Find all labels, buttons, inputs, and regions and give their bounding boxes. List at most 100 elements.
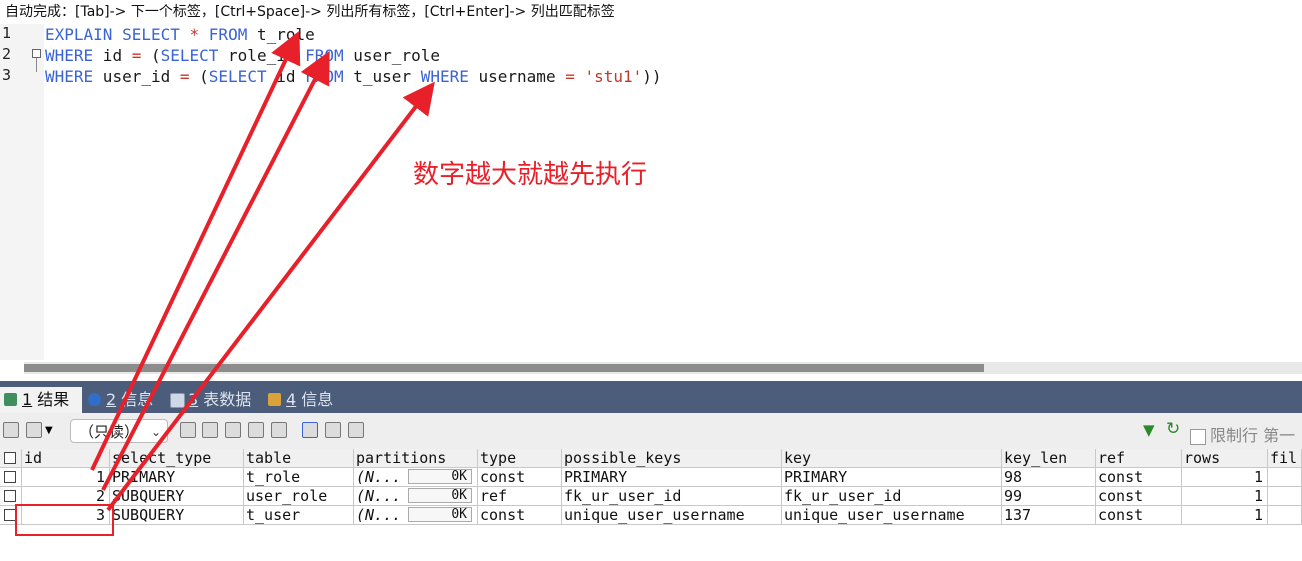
- row-select-cell[interactable]: [0, 506, 22, 525]
- tab-info[interactable]: 4 信息: [264, 387, 344, 413]
- header-cell[interactable]: table: [244, 449, 354, 468]
- table-cell[interactable]: (N... 0K: [354, 487, 478, 506]
- table-cell[interactable]: 137: [1002, 506, 1096, 525]
- header-cell[interactable]: ref: [1096, 449, 1182, 468]
- table-cell[interactable]: unique_user_username: [782, 506, 1002, 525]
- text-view-icon[interactable]: [348, 422, 364, 438]
- table-cell[interactable]: 3: [22, 506, 110, 525]
- table-cell[interactable]: PRIMARY: [782, 468, 1002, 487]
- checkbox[interactable]: [4, 490, 16, 502]
- table-cell[interactable]: [1268, 487, 1302, 506]
- table-cell[interactable]: const: [478, 468, 562, 487]
- filter-icon[interactable]: ▼: [1143, 421, 1155, 439]
- first-label: 第一: [1263, 426, 1296, 445]
- table-row[interactable]: 1 PRIMARY t_role (N... 0K const PRIMARY PRIMARY…: [0, 468, 1302, 487]
- tab-result[interactable]: 1 结果: [0, 387, 82, 413]
- table-row[interactable]: 3 SUBQUERY t_user (N... 0K const unique_user_u…: [0, 506, 1302, 525]
- header-cell[interactable]: possible_keys: [562, 449, 782, 468]
- scrollbar-thumb[interactable]: [24, 364, 984, 372]
- table-cell[interactable]: unique_user_username: [562, 506, 782, 525]
- tab-number: 2: [106, 390, 117, 409]
- table-cell[interactable]: const: [1096, 506, 1182, 525]
- table-row[interactable]: 2 SUBQUERY user_role (N... 0K ref fk_ur_user_i…: [0, 487, 1302, 506]
- tab-number: 1: [22, 390, 33, 409]
- limit-checkbox[interactable]: [1190, 428, 1206, 445]
- refresh-icon[interactable]: ↻: [1166, 419, 1180, 439]
- cell-value: (N...: [356, 487, 402, 505]
- table-cell[interactable]: ref: [478, 487, 562, 506]
- table-cell[interactable]: fk_ur_user_id: [782, 487, 1002, 506]
- table-icon: [4, 393, 17, 406]
- checkbox[interactable]: [4, 471, 16, 483]
- table-cell[interactable]: SUBQUERY: [110, 487, 244, 506]
- table-cell[interactable]: 1: [1182, 487, 1268, 506]
- table-cell[interactable]: 98: [1002, 468, 1096, 487]
- sql-editor[interactable]: 1 2 3 EXPLAIN SELECT * FROM t_role WHERE…: [0, 24, 1302, 360]
- header-cell[interactable]: key: [782, 449, 1002, 468]
- result-tab-bar: 1 结果 2 信息 3 表数据 4 信息: [0, 381, 1302, 413]
- table-cell[interactable]: (N... 0K: [354, 506, 478, 525]
- code-token: FROM: [208, 25, 248, 44]
- table-cell[interactable]: const: [478, 506, 562, 525]
- blob-size: 0K: [408, 488, 472, 503]
- delete-icon[interactable]: [248, 422, 264, 438]
- fold-collapse-icon[interactable]: [32, 49, 41, 58]
- grid-view-icon[interactable]: [302, 422, 318, 438]
- header-cell[interactable]: rows: [1182, 449, 1268, 468]
- tab-label: 信息: [301, 390, 334, 409]
- chevron-down-icon[interactable]: ▼: [45, 425, 53, 436]
- mode-select[interactable]: （只读） ⌄: [70, 419, 168, 443]
- table-cell[interactable]: fk_ur_user_id: [562, 487, 782, 506]
- code-line[interactable]: EXPLAIN SELECT * FROM t_role: [45, 25, 315, 44]
- table-cell[interactable]: const: [1096, 487, 1182, 506]
- code-token: SELECT: [122, 25, 180, 44]
- cancel-icon[interactable]: [271, 422, 287, 438]
- form-view-icon[interactable]: [325, 422, 341, 438]
- save-icon[interactable]: [225, 422, 241, 438]
- table-cell[interactable]: user_role: [244, 487, 354, 506]
- code-line[interactable]: WHERE user_id = (SELECT id FROM t_user W…: [45, 67, 662, 86]
- header-select-all[interactable]: [0, 449, 22, 468]
- table-cell[interactable]: PRIMARY: [562, 468, 782, 487]
- header-cell[interactable]: key_len: [1002, 449, 1096, 468]
- checkbox[interactable]: [4, 452, 16, 464]
- row-select-cell[interactable]: [0, 468, 22, 487]
- code-token: t_user: [343, 67, 421, 86]
- chart-icon: [268, 393, 281, 406]
- table-cell[interactable]: 1: [22, 468, 110, 487]
- add-row-icon[interactable]: [180, 422, 196, 438]
- editor-horizontal-scrollbar[interactable]: [24, 362, 1302, 374]
- table-cell[interactable]: PRIMARY: [110, 468, 244, 487]
- header-cell[interactable]: fil: [1268, 449, 1302, 468]
- code-token: WHERE: [45, 67, 94, 86]
- header-cell[interactable]: select_type: [110, 449, 244, 468]
- table-cell[interactable]: 99: [1002, 487, 1096, 506]
- table-cell[interactable]: SUBQUERY: [110, 506, 244, 525]
- header-cell[interactable]: partitions: [354, 449, 478, 468]
- limit-rows[interactable]: 限制行 第一: [1190, 422, 1295, 446]
- table-cell[interactable]: 2: [22, 487, 110, 506]
- table-cell[interactable]: 1: [1182, 468, 1268, 487]
- table-cell[interactable]: [1268, 506, 1302, 525]
- header-cell[interactable]: id: [22, 449, 110, 468]
- checkbox[interactable]: [4, 509, 16, 521]
- tab-table-data[interactable]: 3 表数据: [166, 387, 260, 413]
- row-select-cell[interactable]: [0, 487, 22, 506]
- tab-messages[interactable]: 2 信息: [84, 387, 160, 413]
- import-icon[interactable]: [26, 422, 42, 438]
- table-cell[interactable]: [1268, 468, 1302, 487]
- table-cell[interactable]: const: [1096, 468, 1182, 487]
- table-cell[interactable]: 1: [1182, 506, 1268, 525]
- table-cell[interactable]: t_role: [244, 468, 354, 487]
- tab-label: 信息: [121, 390, 154, 409]
- table-cell[interactable]: t_user: [244, 506, 354, 525]
- header-cell[interactable]: type: [478, 449, 562, 468]
- code-token: id: [93, 46, 132, 65]
- code-token: EXPLAIN: [45, 25, 113, 44]
- export-icon[interactable]: [3, 422, 19, 438]
- blob-size: 0K: [408, 507, 472, 522]
- code-line[interactable]: WHERE id = (SELECT role_id FROM user_rol…: [45, 46, 440, 65]
- duplicate-row-icon[interactable]: [202, 422, 218, 438]
- table-cell[interactable]: (N... 0K: [354, 468, 478, 487]
